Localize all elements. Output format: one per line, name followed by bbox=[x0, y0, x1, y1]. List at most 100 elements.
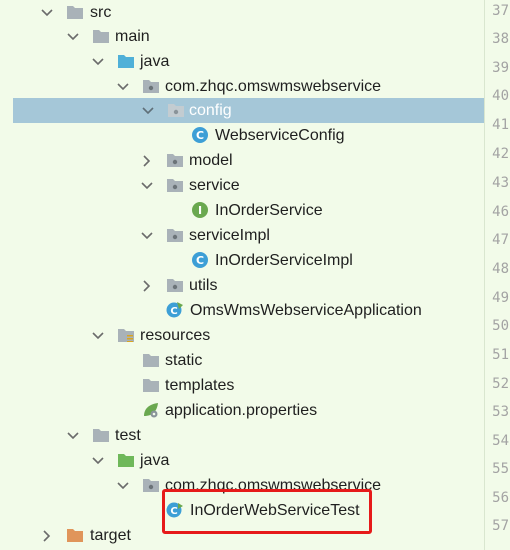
project-tree: src main java com.zhqc.omswmswebservice … bbox=[0, 0, 484, 550]
chevron-down-icon[interactable] bbox=[116, 479, 130, 493]
svg-text:C: C bbox=[196, 254, 204, 267]
spring-boot-class-icon: C bbox=[166, 301, 184, 319]
chevron-down-icon[interactable] bbox=[116, 80, 130, 94]
test-source-folder-icon bbox=[117, 451, 135, 469]
tree-label-test: test bbox=[115, 427, 141, 444]
line-number: 55 bbox=[492, 461, 509, 477]
package-icon bbox=[166, 176, 184, 194]
source-folder-icon bbox=[117, 52, 135, 70]
chevron-down-icon[interactable] bbox=[140, 229, 154, 243]
tree-label-src: src bbox=[90, 4, 112, 21]
tree-label-in-order-service-impl: InOrderServiceImpl bbox=[215, 252, 353, 269]
line-number: 38 bbox=[492, 31, 509, 47]
tree-row-src[interactable]: src bbox=[0, 0, 484, 25]
line-number: 51 bbox=[492, 347, 509, 363]
tree-label-java: java bbox=[140, 53, 170, 70]
folder-icon bbox=[92, 426, 110, 444]
chevron-down-icon[interactable] bbox=[66, 429, 80, 443]
class-icon: C bbox=[191, 251, 209, 269]
line-number: 56 bbox=[492, 490, 509, 506]
svg-text:C: C bbox=[170, 306, 177, 317]
folder-icon bbox=[66, 3, 84, 21]
line-number: 39 bbox=[492, 60, 509, 76]
tree-row-model[interactable]: model bbox=[0, 148, 484, 173]
tree-label-static: static bbox=[165, 352, 203, 369]
line-number: 52 bbox=[492, 376, 509, 392]
chevron-right-icon[interactable] bbox=[140, 279, 154, 293]
tree-row-test-java[interactable]: java bbox=[0, 448, 484, 473]
folder-icon bbox=[142, 351, 160, 369]
tree-label-templates: templates bbox=[165, 377, 235, 394]
chevron-down-icon[interactable] bbox=[91, 55, 105, 69]
tree-label-test-java: java bbox=[140, 452, 170, 469]
line-number: 50 bbox=[492, 318, 509, 334]
line-number: 48 bbox=[492, 261, 509, 277]
line-number: 46 bbox=[492, 204, 509, 220]
svg-text:I: I bbox=[198, 204, 202, 217]
line-number: 54 bbox=[492, 433, 509, 449]
chevron-down-icon[interactable] bbox=[40, 6, 54, 20]
chevron-right-icon[interactable] bbox=[40, 529, 54, 543]
interface-icon: I bbox=[191, 201, 209, 219]
tree-row-utils[interactable]: utils bbox=[0, 273, 484, 298]
line-number: 53 bbox=[492, 404, 509, 420]
chevron-down-icon[interactable] bbox=[66, 30, 80, 44]
tree-label-in-order-service: InOrderService bbox=[215, 202, 323, 219]
tree-row-in-order-service-impl[interactable]: C InOrderServiceImpl bbox=[0, 248, 484, 273]
line-number: 42 bbox=[492, 146, 509, 162]
chevron-down-icon[interactable] bbox=[141, 104, 155, 118]
svg-text:C: C bbox=[196, 129, 204, 142]
line-number: 47 bbox=[492, 232, 509, 248]
package-icon bbox=[166, 151, 184, 169]
tree-row-in-order-service[interactable]: I InOrderService bbox=[0, 198, 484, 223]
tree-row-main-java[interactable]: java bbox=[0, 49, 484, 74]
tree-label-resources: resources bbox=[140, 327, 211, 344]
line-number: 41 bbox=[492, 117, 509, 133]
spring-properties-icon bbox=[142, 401, 160, 419]
tree-label-service: service bbox=[189, 177, 240, 194]
line-number-gutter: 37 38 39 40 41 42 43 46 47 48 49 50 51 5… bbox=[484, 0, 510, 550]
class-icon: C bbox=[191, 126, 209, 144]
tree-label-model: model bbox=[189, 152, 233, 169]
tree-row-webservice-config[interactable]: C WebserviceConfig bbox=[0, 123, 484, 148]
tree-row-application-properties[interactable]: application.properties bbox=[0, 398, 484, 423]
tree-label-webservice-config: WebserviceConfig bbox=[215, 127, 345, 144]
package-icon bbox=[142, 476, 160, 494]
line-number: 43 bbox=[492, 175, 509, 191]
tree-row-main[interactable]: main bbox=[0, 24, 484, 49]
line-number: 40 bbox=[492, 88, 509, 104]
chevron-down-icon[interactable] bbox=[140, 179, 154, 193]
package-icon bbox=[142, 77, 160, 95]
package-icon bbox=[166, 226, 184, 244]
tree-row-service-impl[interactable]: serviceImpl bbox=[0, 223, 484, 248]
chevron-down-icon[interactable] bbox=[91, 329, 105, 343]
line-number: 49 bbox=[492, 290, 509, 306]
tree-label-main: main bbox=[115, 28, 150, 45]
tree-row-resources[interactable]: resources bbox=[0, 323, 484, 348]
tree-row-templates[interactable]: templates bbox=[0, 373, 484, 398]
tree-row-application-class[interactable]: C OmsWmsWebserviceApplication bbox=[0, 298, 484, 323]
tree-row-static[interactable]: static bbox=[0, 348, 484, 373]
excluded-folder-icon bbox=[66, 526, 84, 544]
chevron-down-icon[interactable] bbox=[91, 454, 105, 468]
tree-label-package: com.zhqc.omswmswebservice bbox=[165, 78, 382, 95]
package-icon bbox=[167, 101, 185, 119]
resources-folder-icon bbox=[117, 326, 135, 344]
tree-label-service-impl: serviceImpl bbox=[189, 227, 270, 244]
folder-icon bbox=[92, 27, 110, 45]
tree-row-config[interactable]: config bbox=[13, 98, 484, 123]
line-number: 57 bbox=[492, 518, 509, 534]
line-number: 37 bbox=[492, 3, 509, 19]
folder-icon bbox=[142, 376, 160, 394]
tree-label-application-class: OmsWmsWebserviceApplication bbox=[190, 302, 422, 319]
package-icon bbox=[166, 276, 184, 294]
tree-row-test[interactable]: test bbox=[0, 423, 484, 448]
tree-row-main-package[interactable]: com.zhqc.omswmswebservice bbox=[0, 74, 484, 99]
tree-label-utils: utils bbox=[189, 277, 218, 294]
tree-label-application-properties: application.properties bbox=[165, 402, 318, 419]
tree-row-service[interactable]: service bbox=[0, 173, 484, 198]
tree-label-target: target bbox=[90, 527, 131, 544]
red-highlight-box bbox=[162, 489, 372, 534]
chevron-right-icon[interactable] bbox=[140, 154, 154, 168]
tree-label-config: config bbox=[189, 102, 232, 119]
